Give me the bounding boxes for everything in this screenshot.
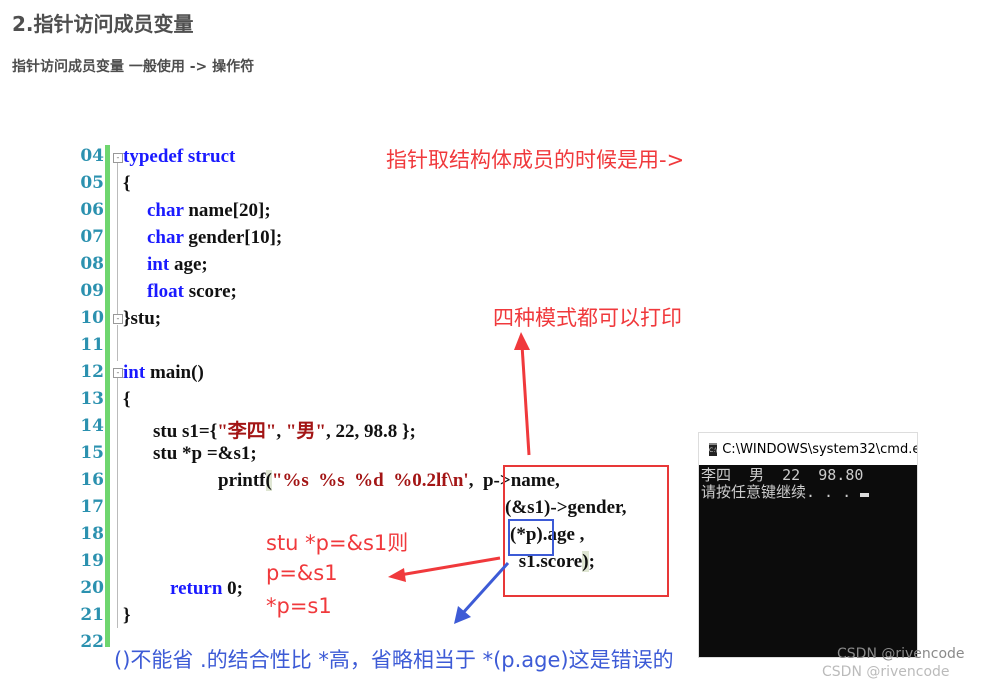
code-line-20: return 0; [170,578,243,599]
line-number: 22 [80,632,104,652]
arrow-left-red [388,556,501,582]
console-output: 李四 男 22 98.80 请按任意键继续. . . [699,465,917,503]
code-line-04: typedef struct [123,146,236,167]
line-number: 20 [80,578,104,598]
line-number: 05 [80,173,104,193]
fold-guide [117,325,118,361]
fold-guide [117,378,118,628]
line-number: 09 [80,281,104,301]
console-titlebar[interactable]: C:\ C:\WINDOWS\system32\cmd.exe [699,433,917,465]
console-output-line: 请按任意键继续. . . [701,484,915,501]
console-title: C:\WINDOWS\system32\cmd.exe [722,441,917,457]
line-number: 06 [80,200,104,220]
arrow-operator-annotation: 指针取结构体成员的时候是用-> [386,148,685,172]
cmd-icon: C:\ [709,442,718,456]
fold-toggle-struct-end[interactable]: - [113,314,123,324]
watermark: CSDN @rivencode [837,646,965,662]
code-line-08: int age; [147,254,208,275]
code-line-21: } [123,605,131,626]
line-number: 17 [80,497,104,517]
fold-toggle-main[interactable]: - [113,368,123,378]
code-line-05: { [123,173,131,194]
code-line-15: stu *p =&s1; [153,443,257,464]
arrow-down-blue [454,561,510,624]
console-window: C:\ C:\WINDOWS\system32\cmd.exe 李四 男 22 … [698,432,918,658]
deref-annotation-line1: stu *p=&s1则 [266,531,409,555]
four-modes-annotation: 四种模式都可以打印 [493,306,682,330]
code-line-14: stu s1={"李四", "男", 22, 98.8 }; [153,421,416,442]
change-bar [105,145,110,647]
line-number: 19 [80,551,104,571]
line-number: 15 [80,443,104,463]
arrow-up-red [514,332,531,456]
console-output-line: 李四 男 22 98.80 [701,466,864,484]
line-number: 11 [80,335,104,355]
code-line-06: char name[20]; [147,200,271,221]
line-number: 13 [80,389,104,409]
code-line-07: char gender[10]; [147,227,283,248]
deref-annotation-line2: p=&s1 [266,561,338,585]
line-number: 08 [80,254,104,274]
line-number: 14 [80,416,104,436]
code-line-13: { [123,389,131,410]
console-cursor [860,493,870,497]
fold-toggle-struct[interactable]: - [113,153,123,163]
line-number: 18 [80,524,104,544]
line-number: 04 [80,146,104,166]
deref-annotation-line3: *p=s1 [266,594,332,618]
line-number: 21 [80,605,104,625]
line-number: 12 [80,362,104,382]
code-line-10: }stu; [123,308,162,329]
deref-parens-highlight-box [508,519,554,556]
line-number: 07 [80,227,104,247]
code-figure: 04 05 06 07 08 09 10 11 12 13 14 15 16 17 18 19 20 21 22 -… [0,0,985,680]
watermark-shadow: CSDN @rivencode [822,664,950,680]
code-line-09: float score; [147,281,237,302]
code-line-12: int main() [123,362,204,383]
line-number: 16 [80,470,104,490]
fold-guide [117,163,118,315]
line-number: 10 [80,308,104,328]
